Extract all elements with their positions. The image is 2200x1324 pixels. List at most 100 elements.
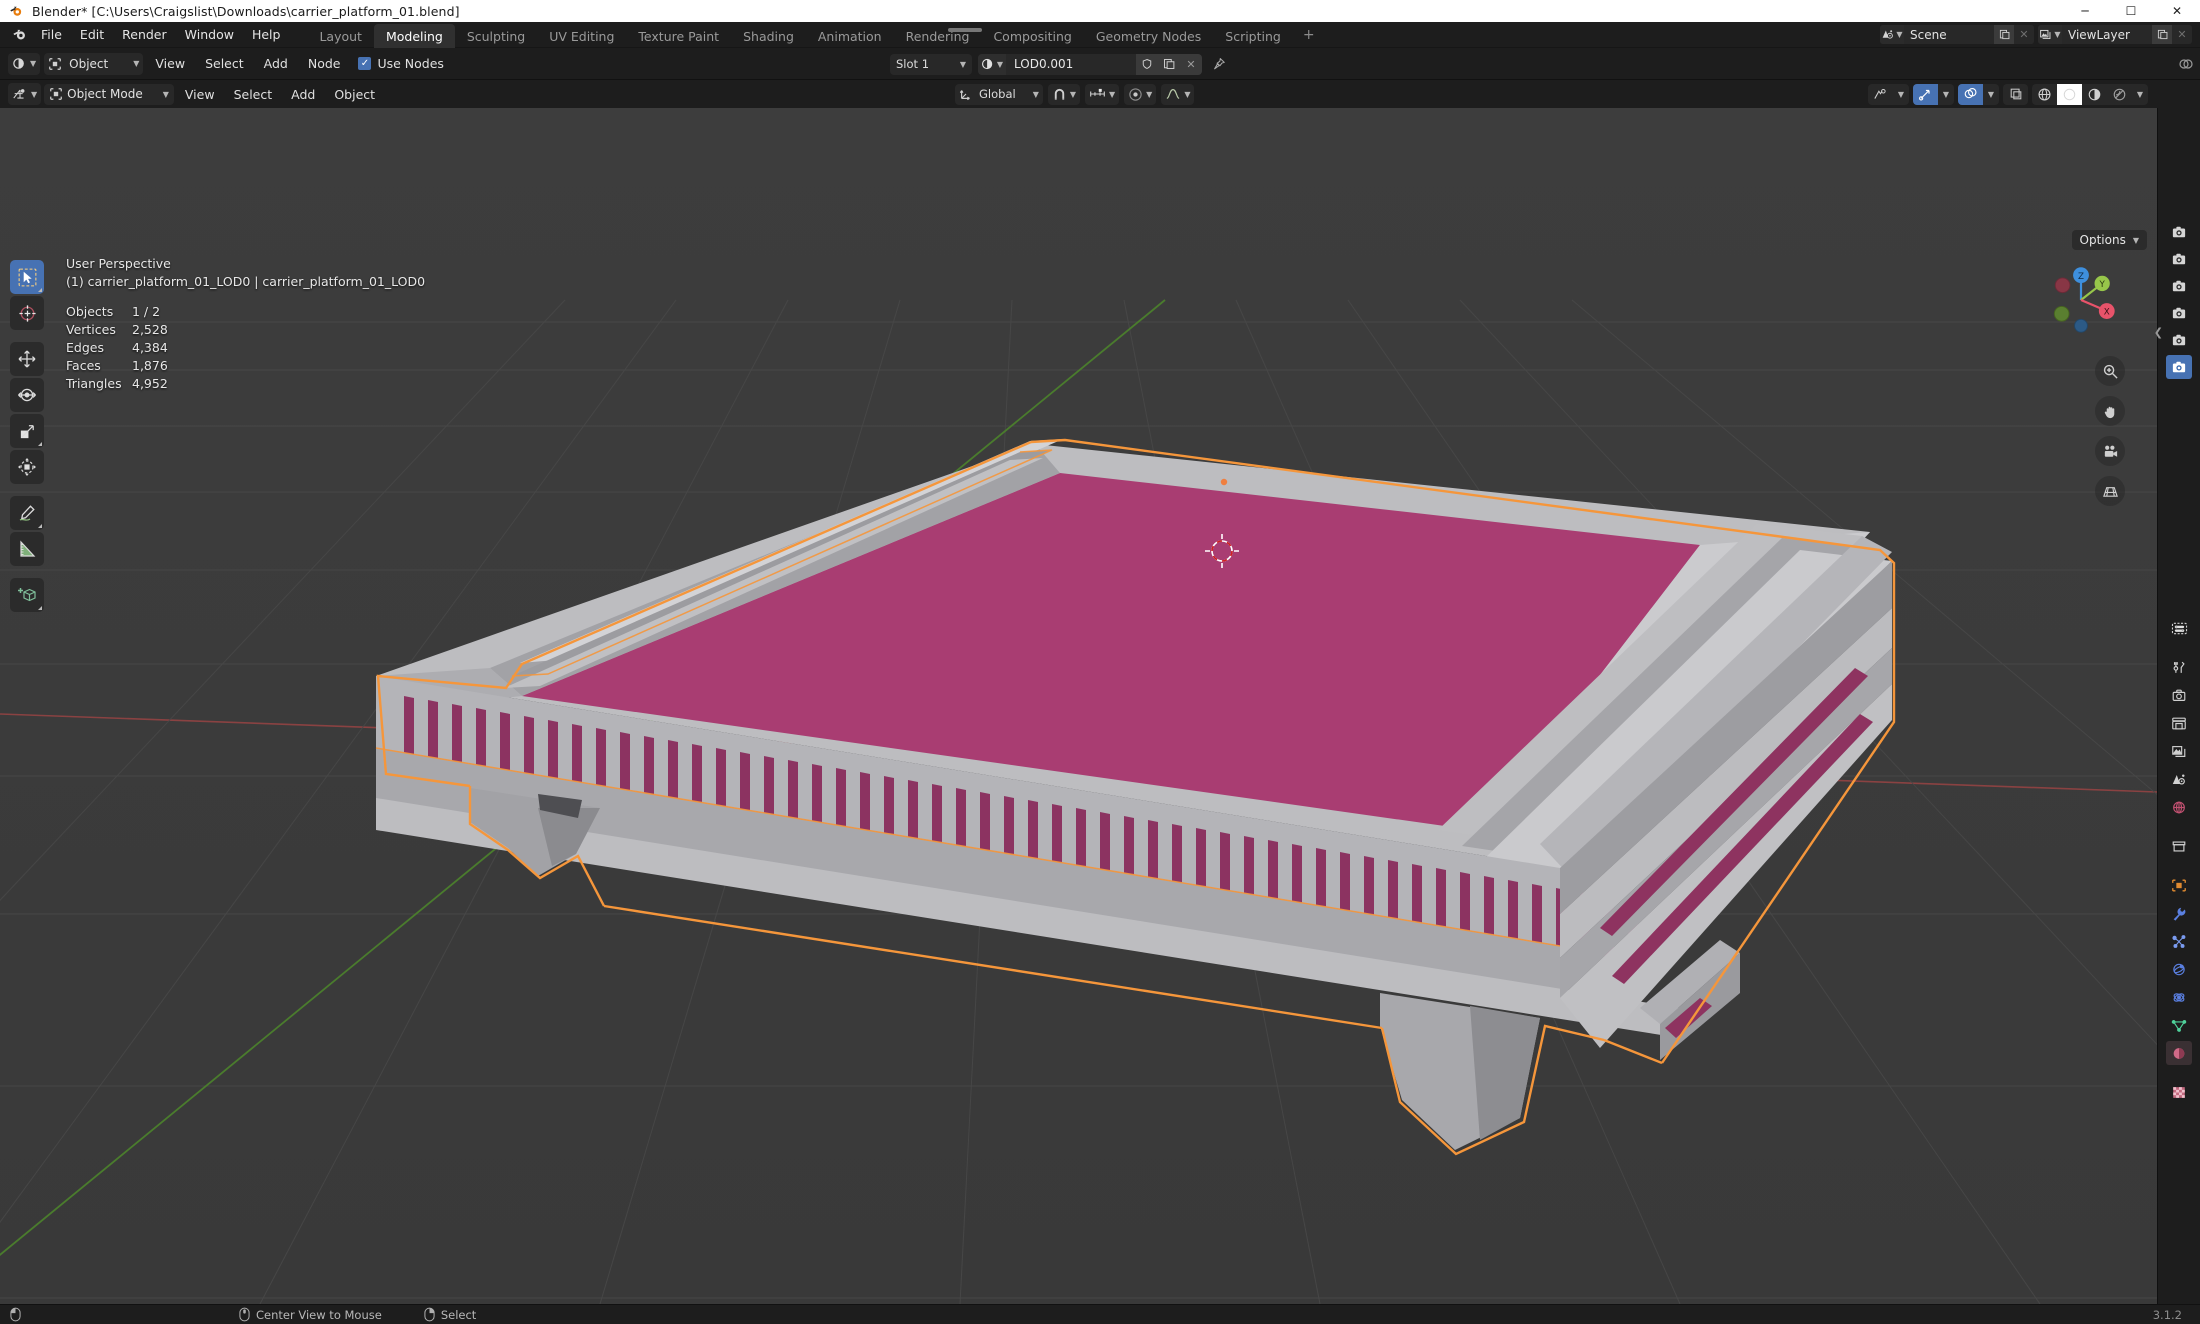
tab-printer-output[interactable] (2166, 711, 2192, 735)
unlink-scene-button[interactable]: ✕ (2014, 25, 2034, 44)
menu-edit[interactable]: Edit (71, 24, 113, 45)
carrier-platform-model[interactable] (0, 108, 2157, 1304)
ortho-perspective-icon[interactable] (2095, 476, 2125, 506)
tab-uv-editing[interactable]: UV Editing (537, 24, 626, 50)
shader-menu-view[interactable]: View (147, 53, 193, 74)
zoom-icon[interactable] (2095, 356, 2125, 386)
visibility-controls[interactable]: ▼ (1868, 83, 1909, 105)
interaction-mode-selector[interactable]: Object Mode ▼ (44, 83, 174, 105)
overlay-controls[interactable]: ▼ (1958, 83, 1999, 105)
close-button[interactable]: ✕ (2154, 0, 2200, 22)
visibility-icon[interactable] (1868, 84, 1893, 105)
tab-view-layer[interactable] (2166, 739, 2192, 763)
tool-measure[interactable] (10, 532, 44, 566)
tab-shading[interactable]: Shading (731, 24, 806, 50)
fake-user-button[interactable] (1136, 53, 1158, 75)
viewport-menu-view[interactable]: View (177, 84, 223, 105)
scene-selector[interactable]: ▼ Scene ✕ (1880, 25, 2034, 44)
tool-move[interactable] (10, 342, 44, 376)
overlays-icon[interactable] (1958, 83, 1983, 105)
scene-name[interactable]: Scene (1904, 28, 1994, 42)
view-layer-name[interactable]: ViewLayer (2062, 28, 2152, 42)
tab-world[interactable] (2166, 795, 2192, 819)
material-slot-selector[interactable]: Slot 1 ▼ (890, 53, 972, 75)
chevron-down-icon[interactable]: ▼ (1893, 84, 1909, 105)
tab-object-properties[interactable] (2166, 873, 2192, 897)
remove-view-layer-button[interactable]: ✕ (2172, 25, 2192, 44)
minimize-button[interactable]: ─ (2062, 0, 2108, 22)
transform-orientation-selector[interactable]: Global ▼ (955, 83, 1043, 105)
shader-type-selector[interactable]: Object ▼ (44, 52, 144, 75)
3d-viewport[interactable]: User Perspective (1) carrier_platform_01… (0, 108, 2157, 1304)
camera-view-icon[interactable] (2095, 436, 2125, 466)
tab-scene-properties[interactable] (2166, 301, 2192, 325)
tab-particles[interactable] (2166, 929, 2192, 953)
new-material-button[interactable] (1158, 53, 1180, 75)
material-field[interactable]: ▼ LOD0.001 ✕ (978, 53, 1202, 75)
use-nodes-toggle[interactable]: ✓ Use Nodes (358, 56, 444, 71)
menu-render[interactable]: Render (113, 24, 176, 45)
shader-menu-add[interactable]: Add (256, 53, 296, 74)
tab-view-layer-properties[interactable] (2166, 274, 2192, 298)
tool-annotate[interactable] (10, 496, 44, 530)
chevron-down-icon[interactable]: ▼ (1983, 84, 1999, 105)
tool-add-cube[interactable] (10, 578, 44, 612)
tab-render[interactable] (2166, 683, 2192, 707)
unlink-material-button[interactable]: ✕ (1180, 53, 1202, 75)
tab-tool[interactable] (2166, 655, 2192, 679)
tab-camera-properties[interactable] (2166, 355, 2192, 379)
editor-type-selector[interactable]: ▼ (8, 52, 41, 75)
add-workspace-button[interactable]: + (1293, 27, 1325, 43)
falloff-controls[interactable]: ▼ (1161, 83, 1195, 105)
viewport-menu-add[interactable]: Add (283, 84, 323, 105)
material-preview-shading-icon[interactable] (2082, 84, 2107, 105)
material-name[interactable]: LOD0.001 (1006, 57, 1136, 71)
viewport-menu-select[interactable]: Select (226, 84, 281, 105)
viewport-editor-type-selector[interactable]: ▼ (8, 83, 42, 105)
tab-geometry-nodes[interactable]: Geometry Nodes (1084, 24, 1213, 50)
shading-mode-selector[interactable]: ▼ (2032, 83, 2148, 105)
tab-compositing[interactable]: Compositing (981, 24, 1083, 50)
xray-icon[interactable] (2003, 84, 2028, 105)
checkbox-icon[interactable]: ✓ (358, 57, 372, 70)
gizmo-icon[interactable] (1913, 83, 1938, 105)
maximize-button[interactable]: ☐ (2108, 0, 2154, 22)
pin-icon[interactable] (1208, 54, 1230, 75)
tab-render-properties[interactable] (2166, 220, 2192, 244)
sidebar-collapse-arrow[interactable]: ❮ (2154, 326, 2163, 339)
tab-scene[interactable] (2166, 767, 2192, 791)
chevron-down-icon[interactable]: ▼ (1938, 84, 1954, 105)
chevron-down-icon[interactable]: ▼ (2132, 84, 2148, 105)
tab-physics[interactable] (2166, 957, 2192, 981)
tab-editor-type[interactable] (2166, 616, 2192, 640)
tool-transform[interactable] (10, 450, 44, 484)
scene-icon[interactable]: ▼ (1880, 25, 1904, 44)
overlays-icon[interactable] (2178, 56, 2194, 72)
tab-world-properties[interactable] (2166, 328, 2192, 352)
tab-texture-paint[interactable]: Texture Paint (626, 24, 731, 50)
viewport-options-button[interactable]: Options ▼ (2071, 230, 2147, 250)
shader-menu-node[interactable]: Node (300, 53, 349, 74)
tab-modifier-wrench[interactable] (2166, 901, 2192, 925)
tab-material-properties[interactable] (2166, 1041, 2192, 1065)
view-layer-icon[interactable]: ▼ (2038, 25, 2062, 44)
viewport-menu-object[interactable]: Object (326, 84, 383, 105)
view-layer-selector[interactable]: ▼ ViewLayer ✕ (2038, 25, 2192, 44)
tab-scripting[interactable]: Scripting (1213, 24, 1293, 50)
xray-toggle[interactable] (2003, 83, 2028, 105)
tab-collection[interactable] (2166, 834, 2192, 858)
solid-shading-icon[interactable] (2057, 83, 2082, 105)
tool-tweak-select[interactable] (10, 260, 44, 294)
snap-target-controls[interactable]: ▼ (1085, 83, 1120, 105)
tab-modeling[interactable]: Modeling (373, 23, 455, 50)
rendered-shading-icon[interactable] (2107, 84, 2132, 105)
navigation-gizmo[interactable]: X Y Z (2035, 254, 2127, 346)
tool-scale[interactable] (10, 414, 44, 448)
blender-menu-icon[interactable] (6, 22, 32, 48)
proportional-edit-controls[interactable]: ▼ (1124, 83, 1157, 105)
tab-output-properties[interactable] (2166, 247, 2192, 271)
gizmo-controls[interactable]: ▼ (1913, 83, 1954, 105)
tab-object-data[interactable] (2166, 1013, 2192, 1037)
tab-layout[interactable]: Layout (307, 24, 374, 50)
tool-rotate[interactable] (10, 378, 44, 412)
